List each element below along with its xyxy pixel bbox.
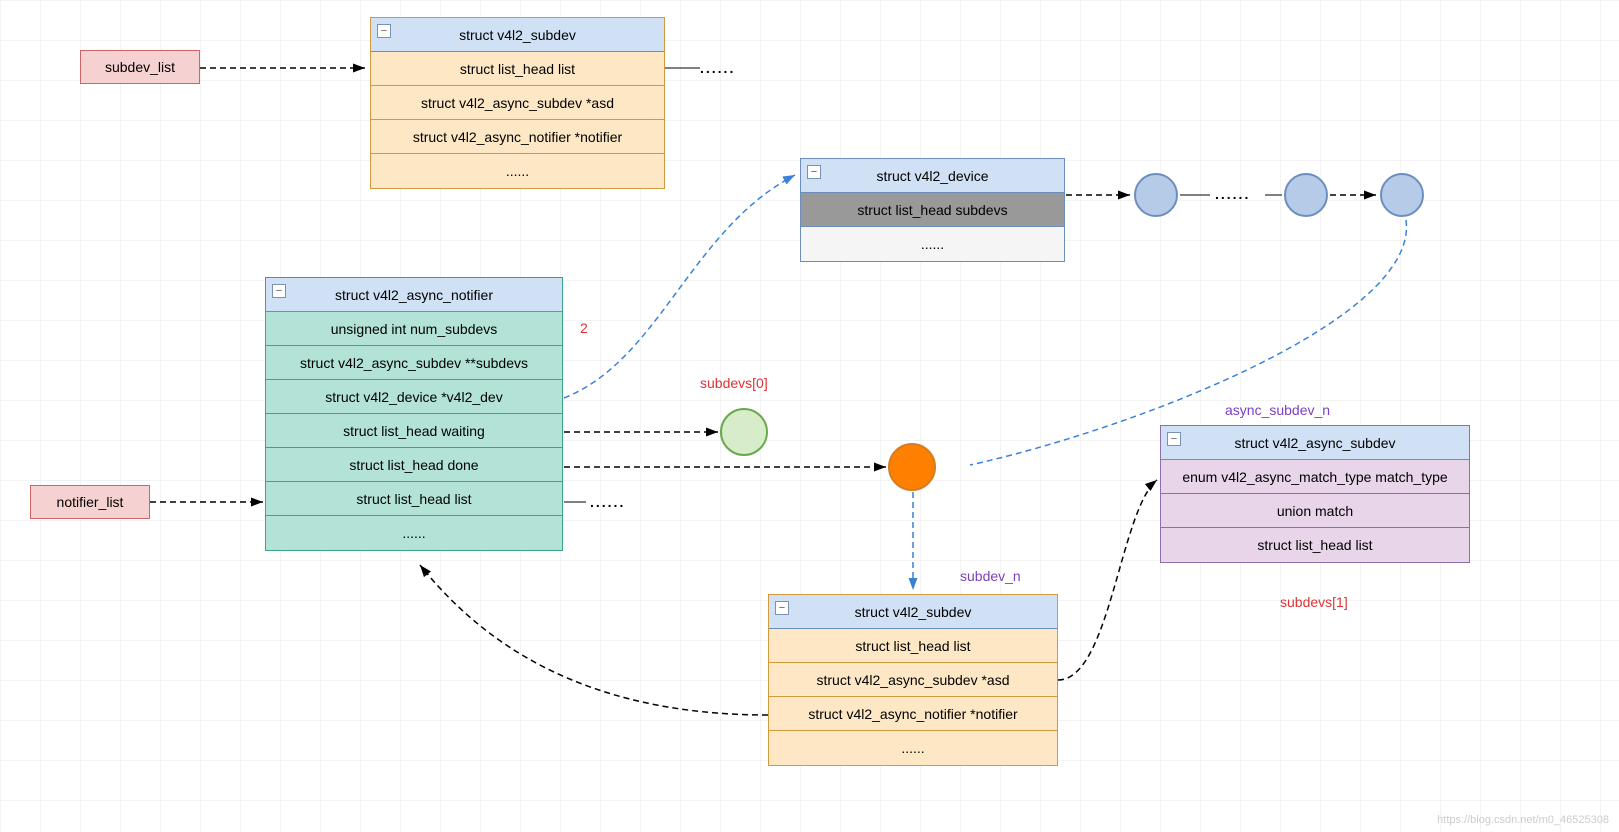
watermark: https://blog.csdn.net/m0_46525308 <box>1437 814 1609 826</box>
box-subdev-list: subdev_list <box>80 50 200 84</box>
struct-row: struct v4l2_async_subdev *asd <box>371 86 664 120</box>
struct-title: struct v4l2_subdev <box>769 604 1057 620</box>
dots: ...... <box>700 60 735 76</box>
struct-row: struct list_head subdevs <box>801 193 1064 227</box>
struct-notifier: − struct v4l2_async_notifier unsigned in… <box>265 277 563 551</box>
struct-async-subdev: − struct v4l2_async_subdev enum v4l2_asy… <box>1160 425 1470 563</box>
struct-title: struct v4l2_subdev <box>371 27 664 43</box>
struct-row: ...... <box>266 516 562 550</box>
struct-row: struct v4l2_device *v4l2_dev <box>266 380 562 414</box>
collapse-icon[interactable]: − <box>272 284 286 298</box>
struct-head: − struct v4l2_async_notifier <box>266 278 562 312</box>
done-node <box>888 443 936 491</box>
struct-head: − struct v4l2_subdev <box>371 18 664 52</box>
struct-row: ...... <box>801 227 1064 261</box>
struct-row: unsigned int num_subdevs <box>266 312 562 346</box>
struct-subdev-1: − struct v4l2_subdev struct list_head li… <box>370 17 665 189</box>
collapse-icon[interactable]: − <box>377 24 391 38</box>
node-circle <box>1284 173 1328 217</box>
struct-head: − struct v4l2_device <box>801 159 1064 193</box>
waiting-node <box>720 408 768 456</box>
struct-title: struct v4l2_async_subdev <box>1161 435 1469 451</box>
struct-title: struct v4l2_device <box>801 168 1064 184</box>
collapse-icon[interactable]: − <box>775 601 789 615</box>
struct-head: − struct v4l2_subdev <box>769 595 1057 629</box>
box-notifier-list-label: notifier_list <box>57 494 124 510</box>
struct-row: struct list_head list <box>371 52 664 86</box>
struct-row: struct list_head list <box>1161 528 1469 562</box>
struct-row: ...... <box>769 731 1057 765</box>
struct-title: struct v4l2_async_notifier <box>266 287 562 303</box>
box-notifier-list: notifier_list <box>30 485 150 519</box>
dots: ...... <box>1215 186 1250 202</box>
struct-row: union match <box>1161 494 1469 528</box>
struct-row: struct v4l2_async_notifier *notifier <box>371 120 664 154</box>
struct-row: struct v4l2_async_notifier *notifier <box>769 697 1057 731</box>
label-subdevs1: subdevs[1] <box>1280 594 1348 610</box>
label-subdev-n: subdev_n <box>960 568 1021 584</box>
struct-row: struct list_head waiting <box>266 414 562 448</box>
label-num: 2 <box>580 320 588 336</box>
label-subdevs0: subdevs[0] <box>700 375 768 391</box>
dots: ...... <box>590 494 625 510</box>
collapse-icon[interactable]: − <box>807 165 821 179</box>
struct-row: enum v4l2_async_match_type match_type <box>1161 460 1469 494</box>
struct-subdev-2: − struct v4l2_subdev struct list_head li… <box>768 594 1058 766</box>
struct-row: struct list_head done <box>266 448 562 482</box>
box-subdev-list-label: subdev_list <box>105 59 175 75</box>
struct-row: struct v4l2_async_subdev *asd <box>769 663 1057 697</box>
struct-row: ...... <box>371 154 664 188</box>
node-circle <box>1380 173 1424 217</box>
struct-head: − struct v4l2_async_subdev <box>1161 426 1469 460</box>
struct-row: struct v4l2_async_subdev **subdevs <box>266 346 562 380</box>
label-async-subdev-n: async_subdev_n <box>1225 402 1330 418</box>
node-circle <box>1134 173 1178 217</box>
struct-device: − struct v4l2_device struct list_head su… <box>800 158 1065 262</box>
collapse-icon[interactable]: − <box>1167 432 1181 446</box>
struct-row: struct list_head list <box>769 629 1057 663</box>
struct-row: struct list_head list <box>266 482 562 516</box>
